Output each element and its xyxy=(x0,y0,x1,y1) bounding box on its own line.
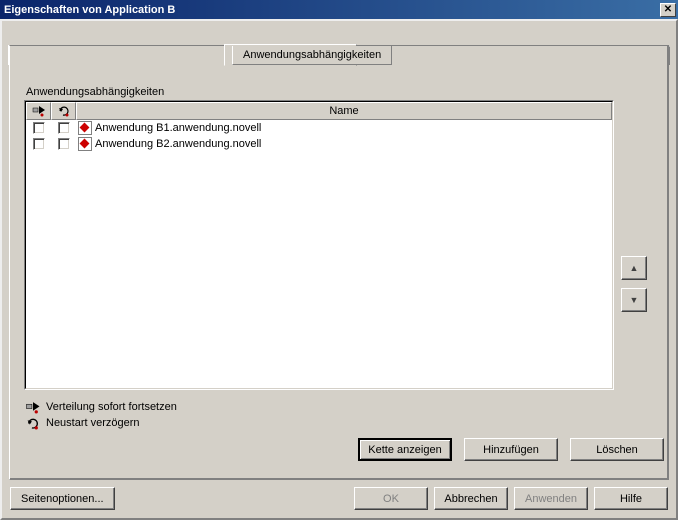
button-label: Hilfe xyxy=(620,493,642,505)
table-row[interactable]: Anwendung B2.anwendung.novell xyxy=(26,136,612,152)
legend-label: Verteilung sofort fortsetzen xyxy=(46,401,177,413)
add-button[interactable]: Hinzufügen xyxy=(464,438,558,461)
column-header-continue[interactable] xyxy=(26,102,51,120)
move-up-button[interactable]: ▲ xyxy=(621,256,647,280)
button-label: Anwenden xyxy=(525,493,577,505)
delay-checkbox[interactable] xyxy=(58,138,70,150)
continue-distribution-icon xyxy=(24,400,42,414)
column-header-name[interactable]: Name xyxy=(76,102,612,120)
dialog-buttons: Seitenoptionen... OK Abbrechen Anwenden … xyxy=(10,487,668,510)
application-icon xyxy=(78,121,92,135)
listview-body: Anwendung B1.anwendung.novell Anwendung … xyxy=(26,120,612,388)
listview-header: Name xyxy=(26,102,612,120)
column-header-delay[interactable] xyxy=(51,102,76,120)
button-label: Kette anzeigen xyxy=(368,444,441,456)
button-label: Abbrechen xyxy=(444,493,497,505)
reorder-buttons: ▲ ▼ xyxy=(621,256,647,312)
application-icon xyxy=(78,137,92,151)
row-name: Anwendung B1.anwendung.novell xyxy=(95,122,261,134)
delay-restart-icon xyxy=(57,105,71,117)
main-panel: Anwendungsabhängigkeiten xyxy=(9,45,669,480)
show-chain-button[interactable]: Kette anzeigen xyxy=(358,438,452,461)
window-body: Identifikation ▼ Verteilungsoptionen ▼ A… xyxy=(0,19,678,520)
button-label: Hinzufügen xyxy=(483,444,539,456)
table-row[interactable]: Anwendung B1.anwendung.novell xyxy=(26,120,612,136)
dependencies-listview: Name Anwendung B1.anwendung.novell xyxy=(24,100,614,390)
titlebar: Eigenschaften von Application B ✕ xyxy=(0,0,678,19)
continue-distribution-icon xyxy=(32,105,46,117)
legend-label: Neustart verzögern xyxy=(46,417,140,429)
cancel-button[interactable]: Abbrechen xyxy=(434,487,508,510)
active-subtab: Anwendungsabhängigkeiten xyxy=(232,46,392,65)
action-buttons: Kette anzeigen Hinzufügen Löschen xyxy=(24,438,664,461)
continue-checkbox[interactable] xyxy=(33,138,45,150)
delete-button[interactable]: Löschen xyxy=(570,438,664,461)
button-label: OK xyxy=(383,493,399,505)
button-label: Löschen xyxy=(596,444,638,456)
continue-checkbox[interactable] xyxy=(33,122,45,134)
legend: Verteilung sofort fortsetzen Neustart ve… xyxy=(24,400,653,430)
column-label: Name xyxy=(329,105,358,117)
apply-button[interactable]: Anwenden xyxy=(514,487,588,510)
delay-restart-icon xyxy=(24,416,42,430)
button-label: Seitenoptionen... xyxy=(21,493,104,505)
page-options-button[interactable]: Seitenoptionen... xyxy=(10,487,115,510)
window-title: Eigenschaften von Application B xyxy=(4,4,175,16)
ok-button[interactable]: OK xyxy=(354,487,428,510)
help-button[interactable]: Hilfe xyxy=(594,487,668,510)
delay-checkbox[interactable] xyxy=(58,122,70,134)
section-label: Anwendungsabhängigkeiten xyxy=(26,86,653,98)
close-button[interactable]: ✕ xyxy=(660,3,676,17)
move-down-button[interactable]: ▼ xyxy=(621,288,647,312)
row-name: Anwendung B2.anwendung.novell xyxy=(95,138,261,150)
subtab-label: Anwendungsabhängigkeiten xyxy=(243,49,381,61)
